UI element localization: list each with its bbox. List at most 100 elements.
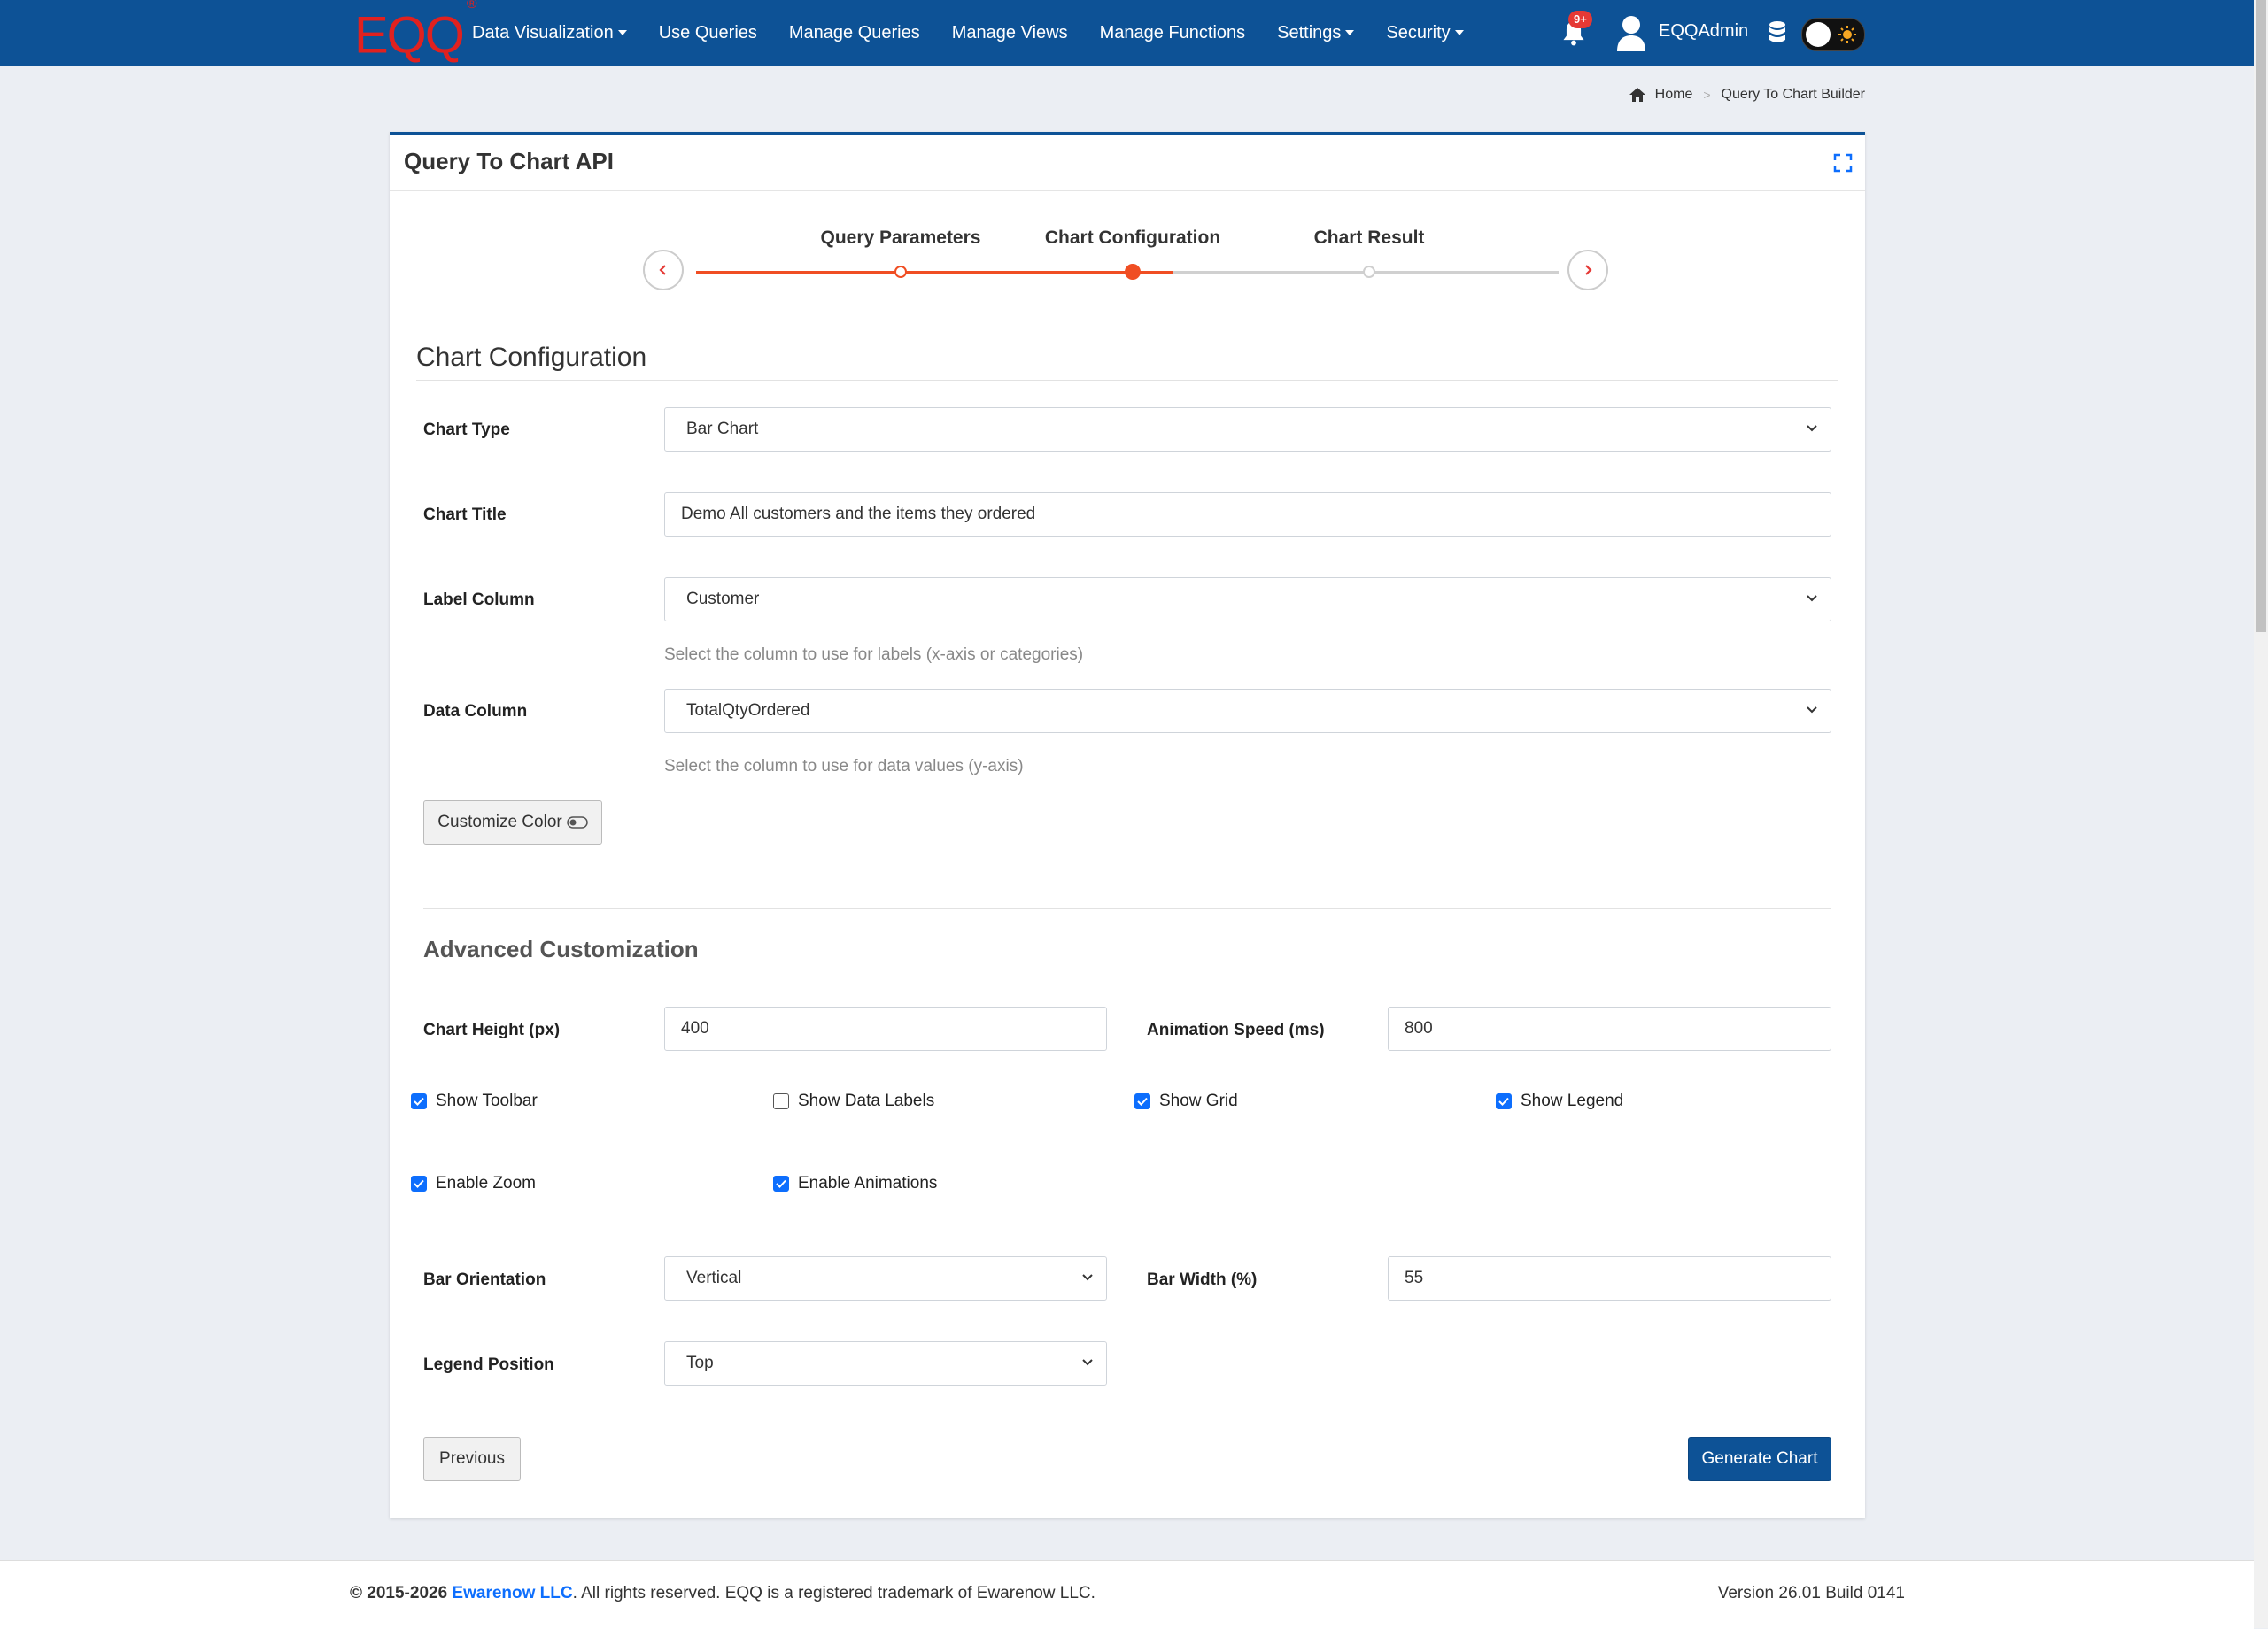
chart-height-value: 400 bbox=[681, 1019, 709, 1038]
enable-zoom-checkbox[interactable]: Enable Zoom bbox=[411, 1174, 536, 1193]
eqq-logo[interactable]: EQQ® bbox=[354, 0, 477, 64]
enable-animations-checkbox[interactable]: Enable Animations bbox=[773, 1174, 937, 1193]
data-column-help: Select the column to use for data values… bbox=[664, 757, 1024, 776]
notification-badge: 9+ bbox=[1568, 11, 1592, 28]
bar-orientation-label: Bar Orientation bbox=[423, 1270, 546, 1289]
chevron-left-icon bbox=[659, 265, 666, 275]
nav-manage-queries[interactable]: Manage Queries bbox=[789, 23, 920, 43]
legend-position-select[interactable]: Top bbox=[664, 1341, 1107, 1386]
stepper-prev-button[interactable] bbox=[643, 250, 684, 290]
bar-width-input[interactable]: 55 bbox=[1388, 1256, 1831, 1301]
data-column-value: TotalQtyOrdered bbox=[686, 701, 810, 720]
step-chart-result-label[interactable]: Chart Result bbox=[1314, 228, 1425, 249]
bar-orientation-value: Vertical bbox=[686, 1269, 742, 1287]
version-text: Version 26.01 Build 0141 bbox=[1717, 1584, 1905, 1602]
animation-speed-value: 800 bbox=[1405, 1019, 1433, 1038]
nav-settings[interactable]: Settings bbox=[1277, 23, 1355, 43]
step-chart-configuration-label[interactable]: Chart Configuration bbox=[1045, 228, 1220, 249]
rights-text: . All rights reserved. EQQ is a register… bbox=[572, 1584, 1095, 1602]
chevron-down-icon bbox=[1807, 706, 1817, 714]
breadcrumb-current: Query To Chart Builder bbox=[1721, 87, 1865, 102]
footer-copyright: © 2015-2026 Ewarenow LLC. All rights res… bbox=[350, 1584, 1095, 1603]
nav-manage-functions[interactable]: Manage Functions bbox=[1100, 23, 1246, 43]
copyright-years: © 2015-2026 bbox=[350, 1584, 448, 1602]
checkbox-checked-icon[interactable] bbox=[411, 1093, 427, 1109]
database-icon[interactable] bbox=[1768, 20, 1787, 45]
customize-color-label: Customize Color bbox=[437, 813, 562, 831]
bar-width-label: Bar Width (%) bbox=[1147, 1270, 1258, 1289]
query-to-chart-card: Query To Chart API Query Parameters Char… bbox=[390, 132, 1865, 1518]
checkbox-unchecked-icon[interactable] bbox=[773, 1093, 789, 1109]
checkbox-checked-icon[interactable] bbox=[1496, 1093, 1512, 1109]
advanced-title: Advanced Customization bbox=[423, 936, 699, 962]
nav-manage-views[interactable]: Manage Views bbox=[952, 23, 1068, 43]
step-chart-configuration-dot[interactable] bbox=[1125, 264, 1141, 280]
advanced-divider bbox=[423, 908, 1831, 909]
show-toolbar-checkbox[interactable]: Show Toolbar bbox=[411, 1092, 538, 1111]
data-column-select[interactable]: TotalQtyOrdered bbox=[664, 689, 1831, 733]
nav-data-visualization[interactable]: Data Visualization bbox=[472, 23, 627, 43]
username[interactable]: EQQAdmin bbox=[1659, 21, 1748, 42]
checkbox-checked-icon[interactable] bbox=[1134, 1093, 1150, 1109]
sun-icon bbox=[1838, 26, 1856, 43]
step-query-parameters-dot[interactable] bbox=[894, 266, 907, 278]
section-title: Chart Configuration bbox=[416, 343, 647, 372]
step-chart-result-dot[interactable] bbox=[1363, 266, 1375, 278]
toggle-knob bbox=[1806, 22, 1831, 47]
theme-toggle[interactable] bbox=[1801, 18, 1865, 51]
card-header: Query To Chart API bbox=[390, 135, 1865, 191]
animation-speed-input[interactable]: 800 bbox=[1388, 1007, 1831, 1051]
caret-down-icon bbox=[617, 30, 627, 35]
bar-orientation-select[interactable]: Vertical bbox=[664, 1256, 1107, 1301]
expand-icon[interactable] bbox=[1833, 153, 1853, 173]
chevron-right-icon bbox=[1585, 265, 1592, 275]
breadcrumb-separator: > bbox=[1703, 88, 1711, 102]
label-column-select[interactable]: Customer bbox=[664, 577, 1831, 621]
caret-down-icon bbox=[1345, 30, 1355, 35]
stepper-progress-line bbox=[696, 271, 1173, 274]
enable-animations-label: Enable Animations bbox=[798, 1174, 938, 1193]
chart-height-label: Chart Height (px) bbox=[423, 1021, 561, 1039]
customize-color-button[interactable]: Customize Color bbox=[423, 800, 602, 845]
chart-title-input[interactable]: Demo All customers and the items they or… bbox=[664, 492, 1831, 537]
page-scrollbar[interactable] bbox=[2254, 0, 2268, 1628]
data-column-label: Data Column bbox=[423, 702, 528, 721]
user-icon[interactable] bbox=[1615, 14, 1647, 51]
generate-chart-button[interactable]: Generate Chart bbox=[1688, 1437, 1831, 1481]
home-icon[interactable] bbox=[1629, 87, 1646, 103]
nav-security[interactable]: Security bbox=[1386, 23, 1464, 43]
company-link[interactable]: Ewarenow LLC bbox=[452, 1584, 572, 1602]
enable-zoom-label: Enable Zoom bbox=[436, 1174, 537, 1193]
chart-type-select[interactable]: Bar Chart bbox=[664, 407, 1831, 452]
chart-type-value: Bar Chart bbox=[686, 420, 759, 438]
checkbox-checked-icon[interactable] bbox=[773, 1176, 789, 1192]
legend-position-value: Top bbox=[686, 1354, 714, 1372]
step-query-parameters-label[interactable]: Query Parameters bbox=[821, 228, 981, 249]
nav-menu: Data Visualization Use Queries Manage Qu… bbox=[472, 0, 1496, 66]
legend-position-label: Legend Position bbox=[423, 1355, 554, 1374]
chevron-down-icon bbox=[1082, 1274, 1093, 1281]
label-column-value: Customer bbox=[686, 590, 760, 608]
chart-height-input[interactable]: 400 bbox=[664, 1007, 1107, 1051]
chart-type-label: Chart Type bbox=[423, 421, 510, 439]
toggle-off-icon bbox=[566, 816, 588, 829]
footer: © 2015-2026 Ewarenow LLC. All rights res… bbox=[0, 1560, 2254, 1629]
checkbox-checked-icon[interactable] bbox=[411, 1176, 427, 1192]
stepper-next-button[interactable] bbox=[1567, 250, 1608, 290]
label-column-help: Select the column to use for labels (x-a… bbox=[664, 645, 1084, 664]
nav-use-queries[interactable]: Use Queries bbox=[659, 23, 757, 43]
chart-title-value: Demo All customers and the items they or… bbox=[681, 505, 1036, 523]
show-data-labels-checkbox[interactable]: Show Data Labels bbox=[773, 1092, 934, 1111]
scrollbar-thumb[interactable] bbox=[2256, 0, 2266, 632]
show-grid-checkbox[interactable]: Show Grid bbox=[1134, 1092, 1238, 1111]
show-legend-checkbox[interactable]: Show Legend bbox=[1496, 1092, 1623, 1111]
show-grid-label: Show Grid bbox=[1159, 1092, 1238, 1110]
show-legend-label: Show Legend bbox=[1521, 1092, 1624, 1110]
section-divider bbox=[416, 380, 1838, 381]
previous-button[interactable]: Previous bbox=[423, 1437, 521, 1481]
chevron-down-icon bbox=[1082, 1359, 1093, 1366]
breadcrumb-home[interactable]: Home bbox=[1655, 87, 1693, 103]
show-toolbar-label: Show Toolbar bbox=[436, 1092, 538, 1110]
animation-speed-label: Animation Speed (ms) bbox=[1147, 1021, 1325, 1039]
chevron-down-icon bbox=[1807, 595, 1817, 602]
